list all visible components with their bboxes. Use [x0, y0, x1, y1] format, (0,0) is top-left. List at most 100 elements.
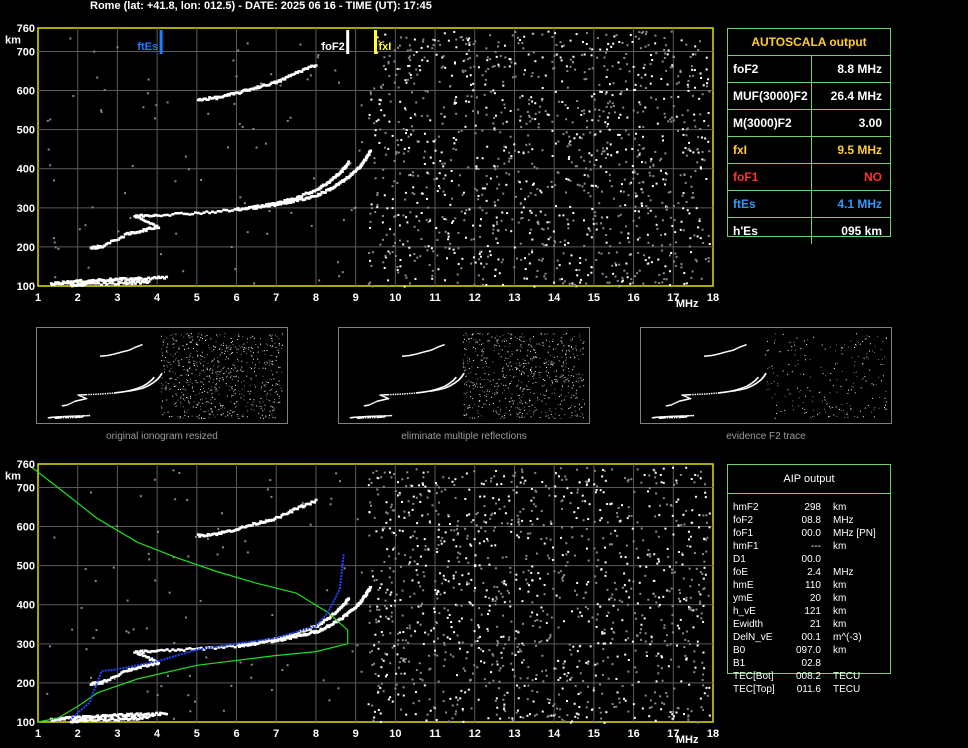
noise-dot	[494, 526, 497, 529]
noise-dot	[648, 256, 651, 259]
thumb-noise	[268, 414, 270, 416]
thumb-noise	[479, 394, 481, 396]
thumb-noise	[531, 367, 533, 369]
noise-dot	[392, 548, 395, 551]
noise-dot	[370, 207, 373, 210]
noise-dot	[438, 135, 441, 138]
noise-dot	[505, 120, 508, 123]
noise-dot	[494, 600, 497, 603]
noise-dot	[618, 241, 621, 244]
noise-dot	[543, 244, 546, 247]
noise-dot	[531, 100, 534, 103]
thumb-noise	[524, 416, 526, 418]
thumb-noise	[488, 374, 490, 376]
thumb-noise	[549, 354, 551, 356]
noise-dot	[452, 574, 455, 577]
noise-dot	[426, 513, 429, 516]
noise-dot	[515, 195, 518, 198]
noise-dot	[377, 493, 380, 496]
thumb-noise	[475, 341, 477, 343]
noise-dot	[481, 157, 484, 160]
x-tick-label: 13	[508, 292, 520, 304]
noise-dot	[377, 597, 380, 600]
thumb-noise	[231, 352, 233, 354]
thumb-trace-point	[385, 394, 387, 396]
noise-dot	[492, 89, 495, 92]
noise-dot	[415, 68, 418, 71]
y-tick-label: 100	[17, 281, 35, 293]
thumb-noise	[838, 409, 840, 410]
thumb-trace-point	[387, 414, 389, 417]
thumb-noise	[216, 373, 218, 375]
noise-dot	[611, 102, 614, 105]
thumb-noise	[214, 406, 216, 408]
thumb-noise	[510, 333, 512, 335]
thumb-noise	[881, 358, 883, 360]
noise-dot	[561, 80, 564, 83]
trace-point	[188, 213, 192, 216]
noise-dot	[678, 589, 681, 592]
noise-dot	[452, 147, 455, 150]
thumb-noise	[854, 365, 856, 367]
thumb-noise	[178, 360, 180, 362]
thumb-noise	[880, 380, 882, 382]
noise-dot	[401, 614, 404, 617]
noise-dot	[600, 222, 603, 225]
noise-dot	[612, 621, 615, 624]
noise-dot	[565, 118, 568, 121]
thumb-noise	[193, 363, 195, 365]
noise-dot	[404, 639, 407, 642]
thumb-noise	[465, 381, 467, 383]
noise-dot	[393, 233, 396, 236]
thumb-noise	[203, 357, 205, 359]
noise-dot	[394, 534, 397, 537]
noise-dot	[369, 220, 372, 223]
thumb-noise	[262, 375, 264, 377]
thumb-trace-point	[372, 402, 374, 404]
thumb-noise	[166, 351, 168, 353]
noise-dot	[453, 631, 456, 634]
noise-dot	[482, 278, 485, 281]
noise-dot	[548, 494, 551, 497]
noise-dot	[449, 159, 452, 162]
thumb-trace-point	[160, 372, 163, 375]
thumb-noise	[219, 404, 221, 406]
noise-dot	[508, 57, 511, 60]
noise-dot	[538, 640, 541, 643]
thumb-noise	[206, 401, 208, 403]
noise-dot	[417, 229, 420, 232]
noise-dot	[689, 75, 692, 78]
thumb-noise	[270, 389, 272, 391]
thumb-noise	[582, 347, 584, 349]
thumb-noise	[161, 348, 163, 350]
noise-dot	[501, 556, 504, 559]
thumb-noise	[166, 364, 168, 366]
noise-dot	[520, 211, 523, 214]
thumb-noise	[559, 360, 561, 362]
noise-dot	[238, 122, 241, 125]
noise-dot	[412, 174, 415, 177]
thumb-noise	[212, 369, 214, 371]
noise-dot	[497, 199, 500, 202]
noise-dot	[467, 688, 470, 691]
thumb-noise	[540, 344, 542, 346]
thumb-noise	[530, 338, 532, 340]
thumb-noise	[182, 394, 184, 396]
thumb-noise	[479, 376, 481, 378]
noise-dot	[650, 635, 653, 638]
noise-dot	[485, 174, 488, 177]
noise-dot	[477, 112, 480, 115]
thumb-noise	[243, 379, 245, 381]
noise-dot	[317, 54, 320, 57]
noise-dot	[641, 135, 644, 138]
noise-dot	[708, 526, 711, 529]
noise-dot	[654, 691, 657, 694]
thumb-noise	[487, 357, 489, 359]
thumb-noise	[545, 339, 547, 341]
noise-dot	[460, 210, 463, 213]
thumb-noise	[810, 417, 812, 419]
noise-dot	[252, 127, 255, 130]
noise-dot	[647, 241, 650, 244]
thumb-noise	[230, 347, 232, 349]
noise-dot	[565, 553, 568, 556]
